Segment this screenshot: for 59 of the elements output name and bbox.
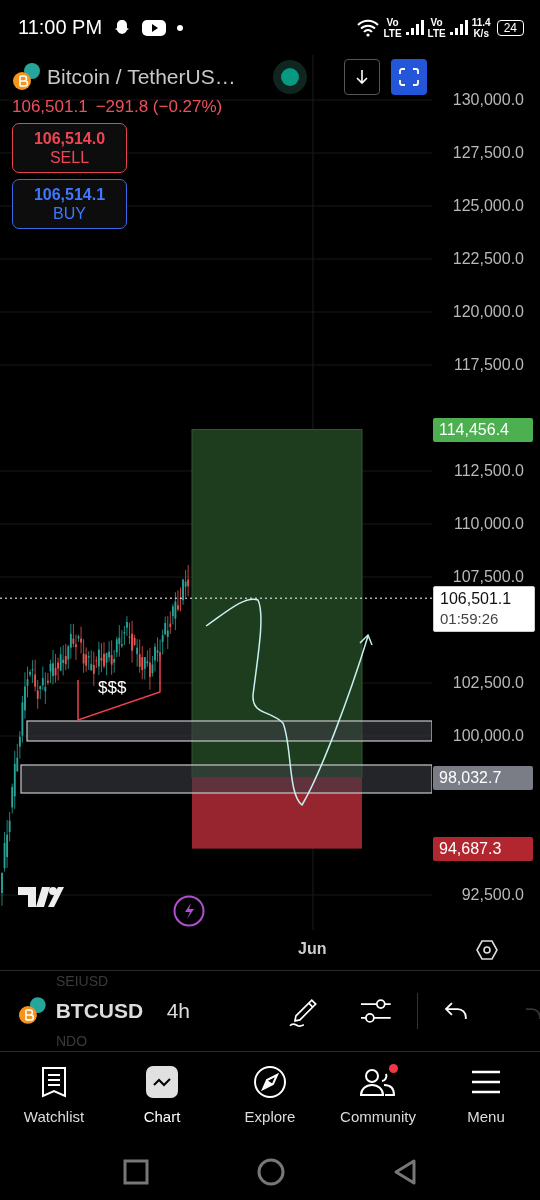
people-icon xyxy=(360,1067,396,1097)
dot-icon xyxy=(176,23,185,32)
play-icon xyxy=(142,18,167,37)
battery-indicator: 24 xyxy=(496,19,524,36)
compass-icon xyxy=(253,1065,287,1099)
sliders-icon[interactable] xyxy=(359,997,392,1025)
network-speed: 11.4 K/s xyxy=(471,16,491,39)
price-axis-label: 130,000.0 xyxy=(452,90,524,110)
annotation-text: $$$ xyxy=(98,678,127,698)
fullscreen-button[interactable] xyxy=(390,59,427,95)
nav-tab[interactable]: Explore xyxy=(216,1052,324,1142)
price-change: −291.8 (−0.27%) xyxy=(95,97,223,117)
price-axis-label: 117,500.0 xyxy=(454,355,524,375)
nav-tab[interactable]: Watchlist xyxy=(0,1052,108,1142)
nav-tab[interactable]: Chart xyxy=(108,1052,216,1142)
bookmark-list-icon xyxy=(41,1066,67,1098)
clock: 11:00 PM xyxy=(18,16,103,39)
symbol-title[interactable]: Bitcoin / TetherUS… xyxy=(47,65,236,89)
time-axis-label: Jun xyxy=(298,940,327,958)
price-axis-label: 125,000.0 xyxy=(452,196,524,216)
price-axis-label: 100,000.0 xyxy=(452,726,524,746)
home-icon[interactable] xyxy=(257,1158,285,1186)
target-price-tag: 114,456.4 xyxy=(433,417,533,442)
download-icon xyxy=(353,68,370,86)
lightning-icon[interactable] xyxy=(173,895,205,927)
menu-icon xyxy=(471,1069,501,1095)
entry-price-tag: 98,032.7 xyxy=(433,765,533,790)
price-axis-label: 102,500.0 xyxy=(452,673,524,693)
fullscreen-icon xyxy=(398,68,419,86)
back-icon[interactable] xyxy=(393,1158,417,1186)
nav-tab[interactable]: Community xyxy=(324,1052,432,1142)
signal-icon xyxy=(405,19,424,36)
price-axis-label: 127,500.0 xyxy=(452,143,524,163)
price-axis-label: 92,500.0 xyxy=(461,885,524,905)
buy-button[interactable]: 106,514.1 BUY xyxy=(12,179,127,229)
price-axis-label: 110,000.0 xyxy=(454,514,524,534)
coin-pair-icon xyxy=(12,62,42,92)
interval-selector[interactable]: 4h xyxy=(166,999,191,1023)
last-price: 106,501.1 xyxy=(12,97,88,117)
chart-icon xyxy=(146,1066,178,1098)
symbol-selector[interactable]: BTCUSD xyxy=(55,999,159,1023)
stop-price-tag: 94,687.3 xyxy=(433,836,533,861)
sell-button[interactable]: 106,514.0 SELL xyxy=(12,123,127,173)
recents-icon[interactable] xyxy=(123,1159,149,1185)
wifi-icon xyxy=(357,18,380,37)
settings-icon[interactable] xyxy=(475,938,499,962)
price-axis-label: 122,500.0 xyxy=(452,249,524,269)
current-price-tag: 106,501.1 01:59:26 xyxy=(433,586,535,633)
price-axis-label: 107,500.0 xyxy=(452,567,524,587)
network-type-label: Vo LTE xyxy=(383,16,402,39)
logo-icon xyxy=(18,887,64,909)
download-button[interactable] xyxy=(343,59,380,95)
network-type-label: Vo LTE xyxy=(427,16,446,39)
coin-pair-icon xyxy=(18,996,48,1026)
price-axis-label: 112,500.0 xyxy=(454,461,524,481)
price-axis-label: 120,000.0 xyxy=(452,302,524,322)
signal-icon xyxy=(449,19,468,36)
nav-tab[interactable]: Menu xyxy=(432,1052,540,1142)
undo-icon[interactable] xyxy=(444,1001,469,1021)
